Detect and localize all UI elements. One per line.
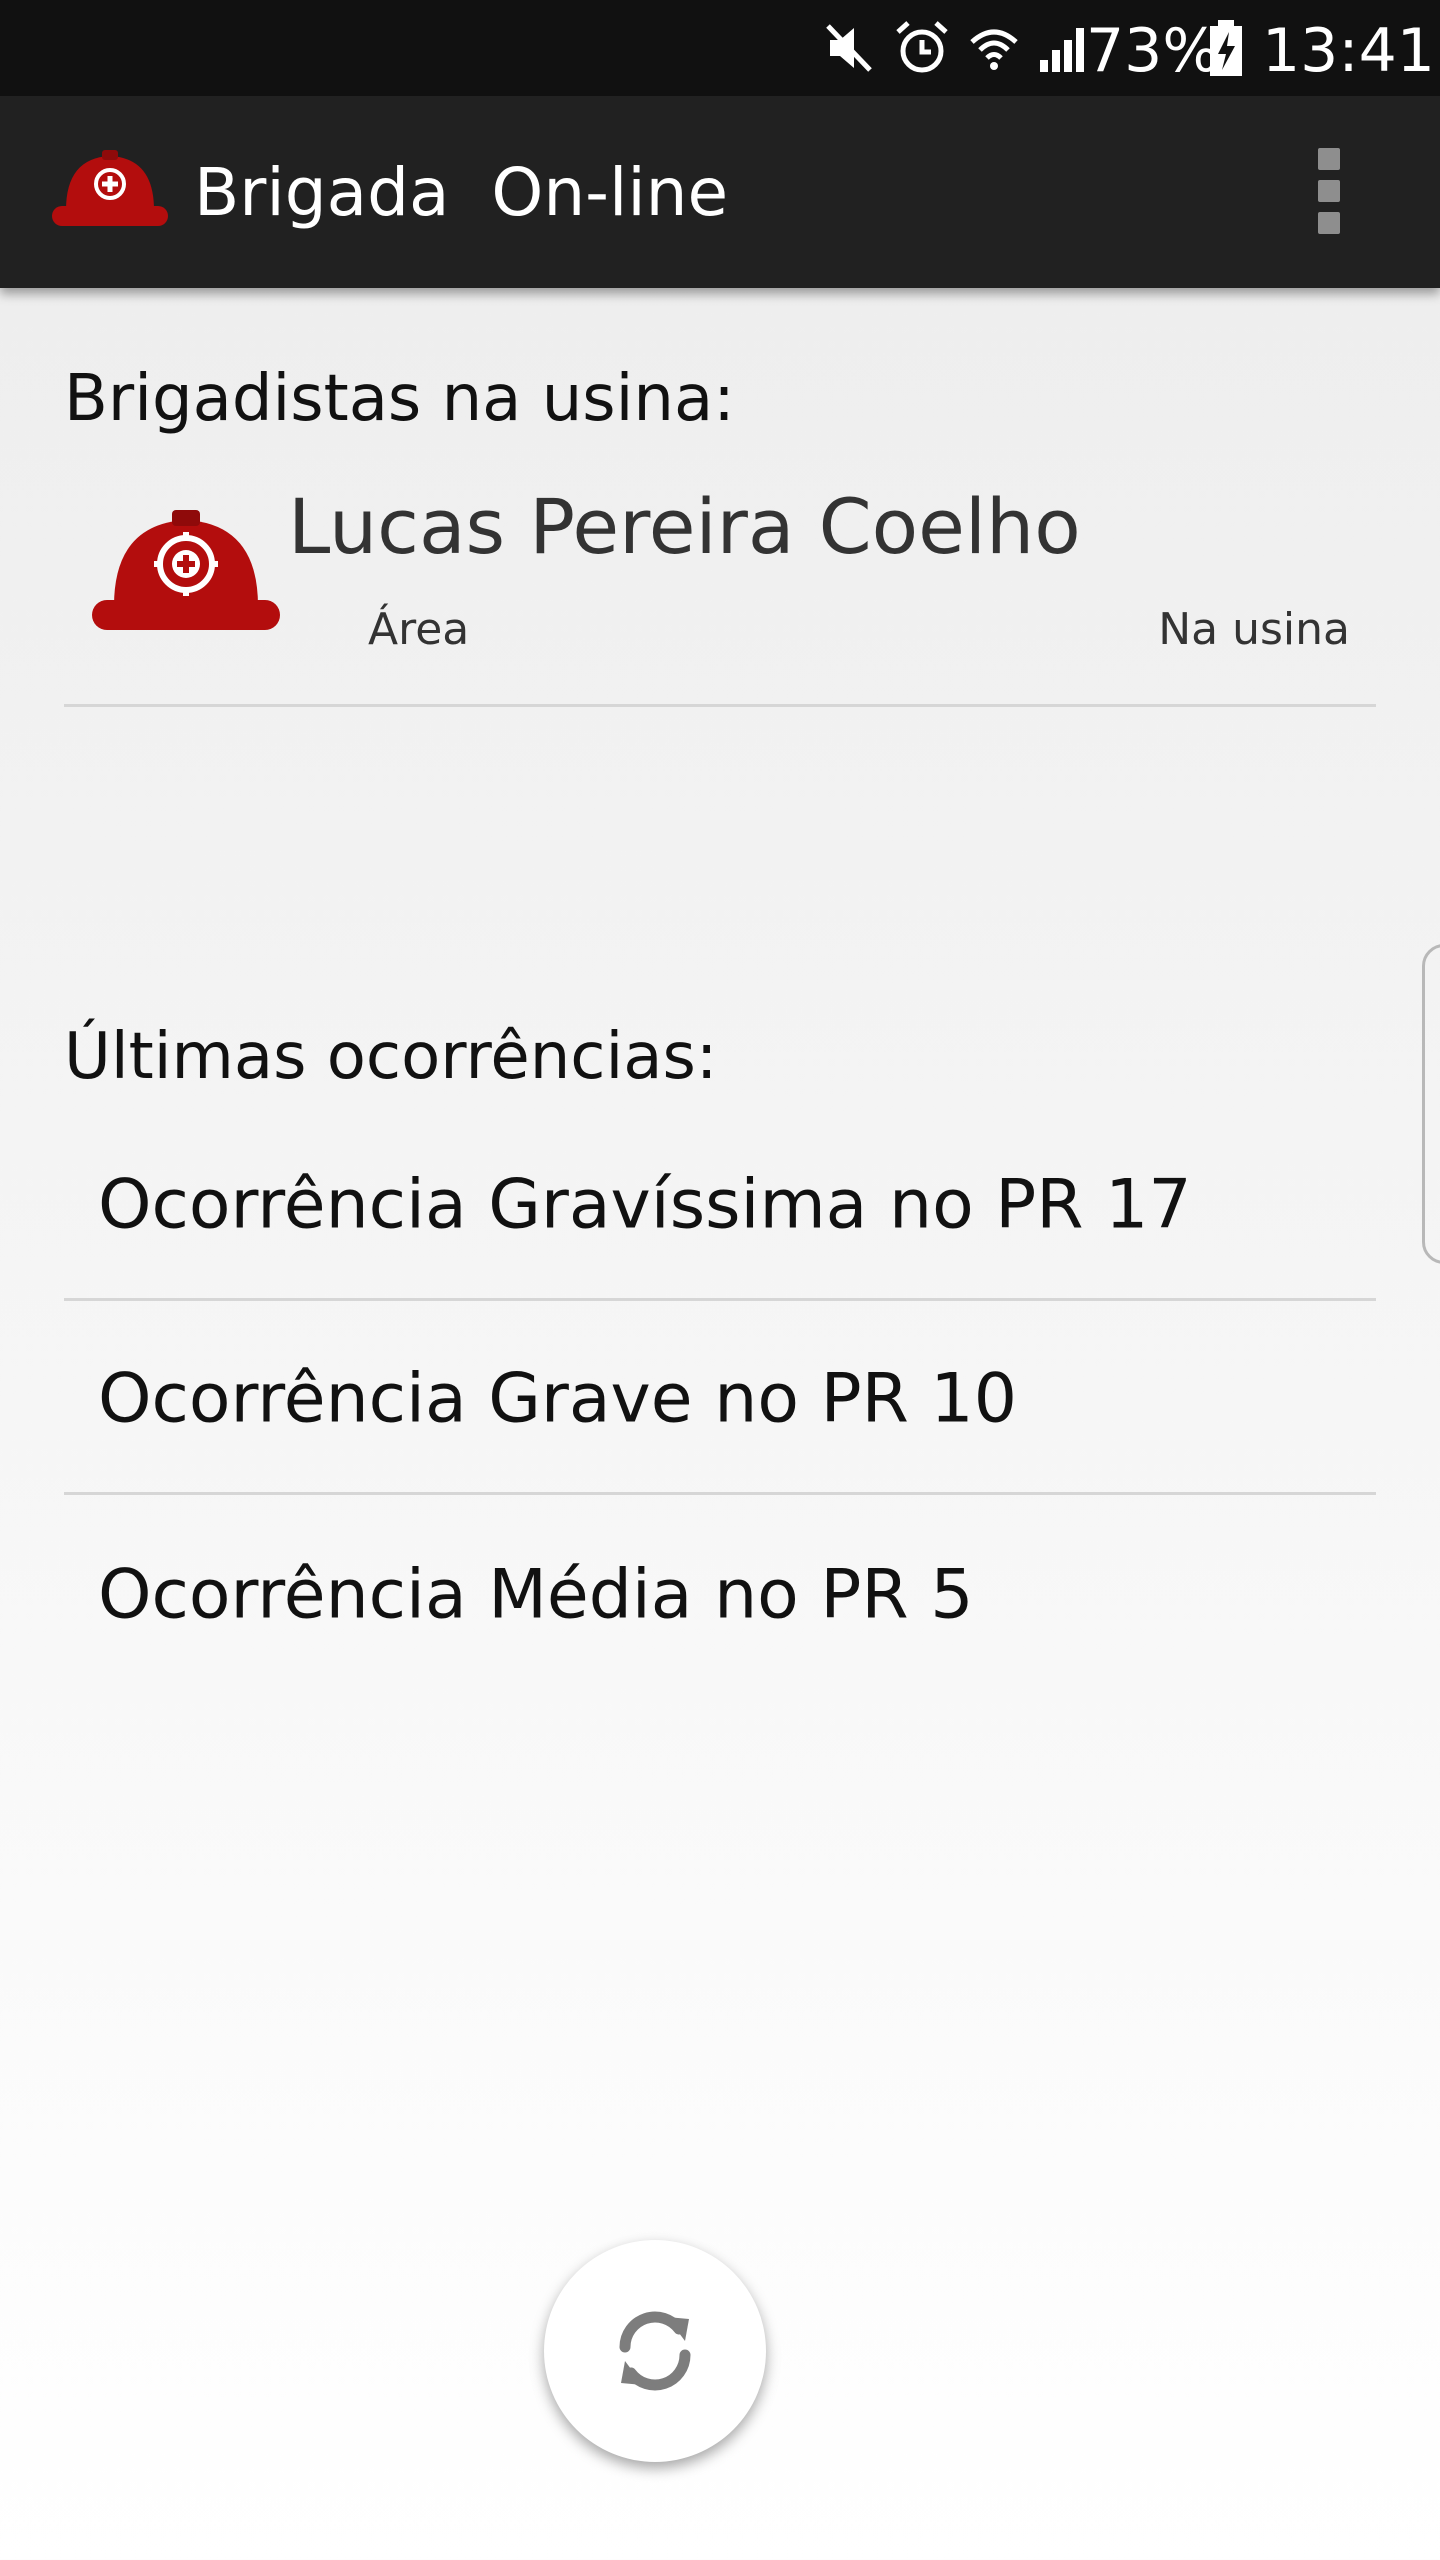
- menu-dot: [1318, 180, 1340, 202]
- helmet-icon: [92, 510, 280, 630]
- menu-dot: [1318, 148, 1340, 170]
- ocorrencia-item[interactable]: Ocorrência Grave no PR 10: [64, 1304, 1376, 1494]
- wifi-icon: [970, 29, 1018, 70]
- divider: [64, 1298, 1376, 1301]
- mute-icon: [826, 24, 872, 72]
- divider: [64, 1492, 1376, 1495]
- ocorrencia-label: Ocorrência Média no PR 5: [98, 1555, 974, 1635]
- alarm-icon: [896, 21, 948, 73]
- ocorrencia-item[interactable]: Ocorrência Média no PR 5: [64, 1500, 1376, 1690]
- app-toolbar: Brigada On-line: [0, 96, 1440, 288]
- app-title: Brigada On-line: [194, 154, 729, 231]
- brigadista-area: Área: [368, 604, 470, 655]
- ocorrencia-label: Ocorrência Grave no PR 10: [98, 1359, 1017, 1439]
- battery-charging-icon: [1210, 20, 1242, 76]
- brigadista-item[interactable]: Lucas Pereira Coelho Área Na usina: [64, 476, 1376, 706]
- brigadistas-heading: Brigadistas na usina:: [64, 362, 735, 436]
- menu-dot: [1318, 212, 1340, 234]
- divider: [64, 704, 1376, 707]
- status-bar: 73% 13:41: [0, 0, 1440, 96]
- battery-percent: 73%: [1086, 16, 1220, 86]
- refresh-button[interactable]: [544, 2240, 766, 2462]
- ocorrencia-item[interactable]: Ocorrência Gravíssima no PR 17: [64, 1110, 1376, 1300]
- edge-panel-handle[interactable]: [1422, 944, 1440, 1264]
- brigadista-name: Lucas Pereira Coelho: [288, 482, 1081, 571]
- refresh-icon: [619, 2311, 691, 2391]
- status-icons: [822, 18, 1094, 78]
- helmet-icon: [52, 150, 168, 226]
- brigadista-status: Na usina: [1158, 604, 1350, 655]
- ocorrencia-label: Ocorrência Gravíssima no PR 17: [98, 1165, 1192, 1245]
- clock: 13:41: [1262, 16, 1435, 86]
- overflow-menu-icon[interactable]: [1300, 148, 1358, 234]
- ocorrencias-heading: Últimas ocorrências:: [64, 1020, 718, 1094]
